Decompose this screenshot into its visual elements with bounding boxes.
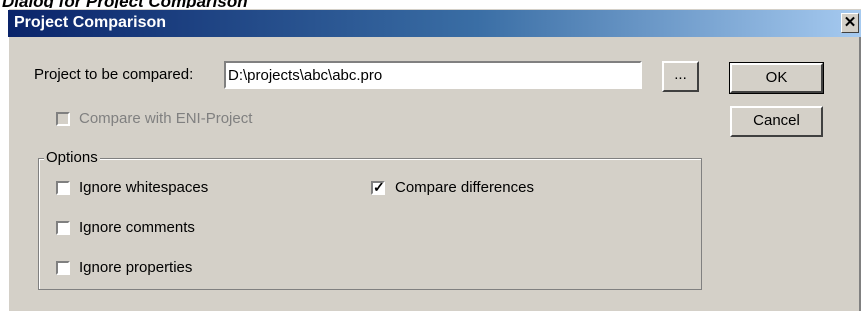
title-bar[interactable]: Project Comparison ✕ xyxy=(8,10,861,37)
project-path-input[interactable]: D:\projects\abc\abc.pro xyxy=(224,61,642,89)
ignore-properties-label: Ignore properties xyxy=(79,259,193,276)
close-icon: ✕ xyxy=(843,14,857,31)
ignore-whitespaces-checkbox[interactable] xyxy=(56,181,70,195)
dialog-title: Project Comparison xyxy=(14,14,167,31)
ignore-comments-checkbox[interactable] xyxy=(56,221,70,235)
compare-differences-label: Compare differences xyxy=(395,179,534,196)
options-title: Options xyxy=(44,149,100,166)
eni-label: Compare with ENI-Project xyxy=(79,110,253,127)
ignore-properties-checkbox[interactable] xyxy=(56,261,70,275)
ignore-whitespaces-label: Ignore whitespaces xyxy=(79,179,209,196)
ignore-comments-label: Ignore comments xyxy=(79,219,195,236)
project-label: Project to be compared: xyxy=(34,66,194,83)
compare-differences-checkbox[interactable]: ✓ xyxy=(371,179,385,195)
ok-button[interactable]: OK xyxy=(729,62,824,94)
check-icon: ✓ xyxy=(373,179,385,195)
eni-checkbox[interactable] xyxy=(56,112,70,126)
close-button[interactable]: ✕ xyxy=(841,13,859,33)
cancel-button[interactable]: Cancel xyxy=(730,106,823,137)
browse-button[interactable]: ... xyxy=(662,61,699,92)
